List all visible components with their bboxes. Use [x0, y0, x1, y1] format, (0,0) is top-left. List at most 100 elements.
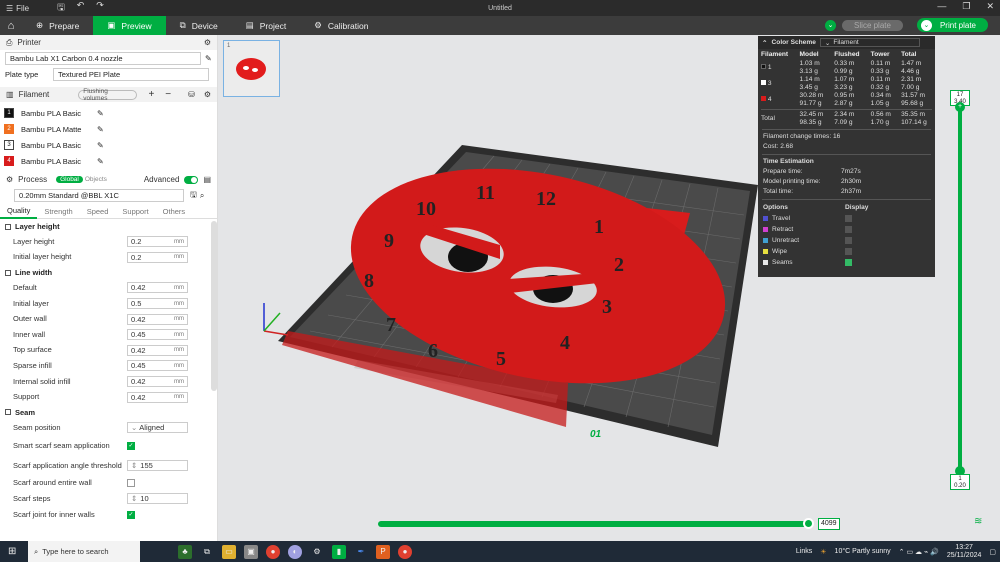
display-checkbox[interactable]	[845, 248, 852, 255]
move-slider-track[interactable]	[378, 521, 808, 527]
param-input[interactable]: 0.42 mm	[127, 391, 188, 403]
color-scheme-select[interactable]: ⌄ Filament	[819, 38, 920, 47]
remove-icon[interactable]: −	[165, 89, 171, 100]
param-input[interactable]: 0.42 mm	[127, 313, 188, 325]
param-input[interactable]: 0.45 mm	[127, 329, 188, 341]
clock[interactable]: 13:27 25/11/2024	[947, 544, 982, 560]
undo-icon[interactable]: ↶	[77, 0, 85, 16]
redo-icon[interactable]: ↷	[96, 0, 104, 16]
tab-strength[interactable]: Strength	[37, 204, 79, 219]
param-input[interactable]: 0.5 mm	[127, 298, 188, 310]
filament-select[interactable]: Bambu PLA Basic	[17, 138, 97, 152]
chrome-icon[interactable]: ●	[398, 544, 412, 559]
tab-project[interactable]: ▤ Project	[232, 16, 301, 35]
objects-toggle[interactable]: Objects	[85, 176, 107, 183]
tab-preview[interactable]: ▣ Preview	[93, 16, 166, 35]
slice-plate-button[interactable]: ⌄ Slice plate	[819, 18, 909, 32]
param-input[interactable]: 0.2 mm	[127, 251, 188, 263]
display-checkbox[interactable]	[845, 215, 852, 222]
close-icon[interactable]: ✕	[986, 1, 994, 12]
scarf-angle-input[interactable]: ⇕ 155	[127, 460, 188, 472]
save-icon[interactable]: 🖫	[57, 0, 65, 16]
tab-quality[interactable]: Quality	[0, 204, 38, 219]
filament-swatch[interactable]: 4	[4, 156, 14, 166]
pen-icon[interactable]: ✒	[354, 545, 368, 559]
taskbar-search[interactable]: ⌕ Type here to search	[28, 541, 140, 562]
save-icon[interactable]: 🖫	[190, 189, 197, 203]
chevron-down-icon[interactable]: ⌄	[920, 19, 932, 31]
edit-icon[interactable]: ✎	[97, 141, 104, 150]
global-toggle[interactable]: Global	[56, 176, 83, 183]
app-icon[interactable]: ◐	[288, 544, 302, 559]
tab-speed[interactable]: Speed	[80, 204, 116, 219]
powerpoint-icon[interactable]: P	[376, 544, 390, 559]
layer-slider[interactable]: 17 3.40 + 1 0.20	[950, 90, 970, 490]
filament-item[interactable]: 1 Bambu PLA Basic ✎	[4, 105, 113, 121]
tab-support[interactable]: Support	[115, 204, 155, 219]
top-handle-icon[interactable]: +	[955, 102, 965, 112]
tab-others[interactable]: Others	[156, 204, 193, 219]
param-input[interactable]: 0.42 mm	[127, 282, 188, 294]
file-explorer-icon[interactable]: ▭	[222, 544, 236, 559]
chevron-down-icon[interactable]: ⌄	[825, 19, 837, 31]
display-checkbox[interactable]	[845, 226, 852, 233]
print-plate-button[interactable]: ⌄ Print plate	[916, 18, 988, 32]
filament-item[interactable]: 2 Bambu PLA Matte ✎	[4, 121, 109, 137]
tab-calibration[interactable]: ⚙ Calibration	[300, 16, 382, 35]
filament-select[interactable]: Bambu PLA Basic	[17, 154, 97, 168]
bambu-studio-icon[interactable]: ▮	[332, 544, 346, 559]
tray-icons[interactable]: ⌃ ▭ ☁ ⌁ 🔊	[899, 548, 939, 556]
layer-slider-track[interactable]	[958, 108, 962, 470]
filament-item[interactable]: 3 Bambu PLA Basic ✎	[4, 137, 113, 153]
links-toolbar[interactable]: Links	[796, 548, 812, 555]
scarf-inner-checkbox[interactable]: ✓	[127, 510, 135, 519]
smart-scarf-checkbox[interactable]: ✓	[127, 441, 135, 450]
filament-select[interactable]: Bambu PLA Basic	[17, 106, 97, 120]
scarf-around-checkbox[interactable]	[127, 479, 135, 488]
printer-select[interactable]: Bambu Lab X1 Carbon 0.4 nozzle	[5, 51, 201, 65]
edit-icon[interactable]: ✎	[97, 157, 104, 166]
stepper-icon[interactable]: ⇕	[131, 461, 137, 470]
holiday-tree-icon[interactable]: ♣	[178, 544, 192, 559]
settings-gear-icon[interactable]: ⚙	[310, 545, 324, 559]
display-checkbox[interactable]	[845, 237, 852, 244]
param-input[interactable]: 0.42 mm	[127, 376, 188, 388]
restore-icon[interactable]: ❐	[962, 1, 970, 12]
filament-swatch[interactable]: 3	[4, 140, 14, 150]
notification-icon[interactable]: ▢	[989, 548, 996, 556]
edit-icon[interactable]: ✎	[97, 109, 104, 118]
process-preset-select[interactable]: 0.20mm Standard @BBL X1C	[14, 189, 184, 202]
edit-icon[interactable]: ✎	[205, 54, 212, 63]
sidebar-scrollbar[interactable]	[211, 221, 217, 391]
photos-icon[interactable]: ▣	[244, 544, 258, 559]
collapse-icon[interactable]: ⌃	[762, 39, 768, 47]
display-checkbox[interactable]	[845, 259, 852, 266]
chrome-icon[interactable]: ●	[266, 544, 280, 559]
home-icon[interactable]: ⌂	[0, 16, 22, 35]
filament-swatch[interactable]: 2	[4, 124, 14, 134]
plate-thumbnail[interactable]: 1	[223, 40, 280, 97]
param-input[interactable]: 0.42 mm	[127, 344, 188, 356]
minimize-icon[interactable]: —	[937, 1, 946, 12]
move-slider-handle[interactable]	[803, 518, 814, 529]
param-input[interactable]: 0.45 mm	[127, 360, 188, 372]
filament-select[interactable]: Bambu PLA Matte	[17, 122, 97, 136]
scarf-steps-input[interactable]: ⇕ 10	[127, 493, 188, 505]
filament-swatch[interactable]: 1	[4, 108, 14, 118]
tab-prepare[interactable]: ⊕ Prepare	[22, 16, 93, 35]
edit-icon[interactable]: ✎	[97, 125, 104, 134]
task-view-icon[interactable]: ⧉	[200, 545, 214, 559]
move-slider[interactable]: 4099	[378, 515, 840, 535]
plate-type-select[interactable]: Textured PEI Plate	[53, 67, 209, 81]
settings-gear-icon[interactable]: ⚙	[204, 90, 211, 99]
filament-item[interactable]: 4 Bambu PLA Basic ✎	[4, 153, 109, 169]
flushing-volumes-button[interactable]: Flushing volumes	[78, 88, 138, 102]
param-input[interactable]: 0.2 mm	[127, 236, 188, 248]
seam-position-select[interactable]: ⌄ Aligned	[127, 422, 188, 434]
windows-start-icon[interactable]: ⊞	[8, 546, 16, 557]
stepper-icon[interactable]: ⇕	[131, 494, 137, 503]
layers-icon[interactable]: ≋	[974, 516, 982, 527]
tab-device[interactable]: ⧉ Device	[166, 16, 232, 35]
advanced-toggle[interactable]	[184, 175, 199, 184]
settings-gear-icon[interactable]: ⚙	[204, 38, 211, 47]
